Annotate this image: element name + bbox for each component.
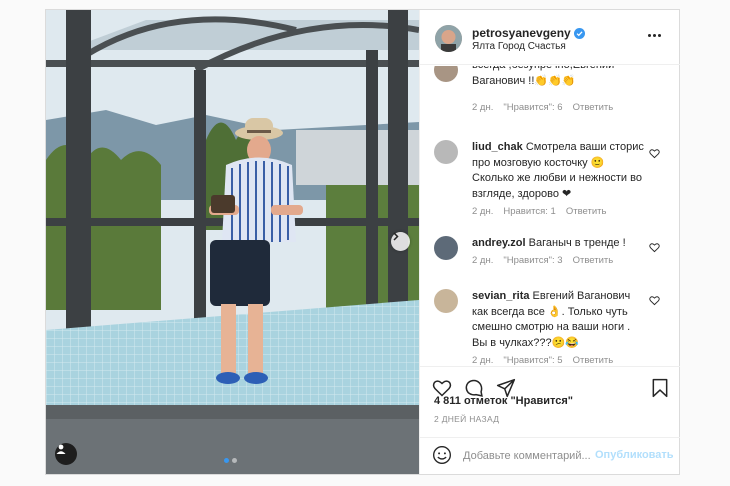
comment-meta: 2 дн. "Нравится": 5 Ответить [472, 355, 613, 366]
comment-likes[interactable]: "Нравится": 6 [503, 102, 562, 113]
reply-button[interactable]: Ответить [573, 102, 614, 113]
likes-count[interactable]: 4 811 отметок "Нравится" [434, 395, 573, 407]
comment-composer: Опубликовать [420, 437, 680, 474]
post-date[interactable]: 2 ДНЕЙ НАЗАД [434, 414, 499, 424]
comment-likes[interactable]: "Нравится": 3 [503, 255, 562, 266]
comment-input[interactable] [463, 447, 591, 465]
post-header: petrosyanevgeny Ялта Город Счастья [420, 10, 680, 65]
commenter-avatar[interactable] [434, 140, 458, 164]
comment-text: liud_chak Смотрела ваши сторис про мозго… [472, 141, 644, 200]
comment-meta: 2 дн. "Нравится": 3 Ответить [472, 255, 613, 266]
post-photo[interactable] [46, 10, 419, 474]
commenter-avatar[interactable] [434, 236, 458, 260]
carousel-dot [232, 458, 237, 463]
author-avatar-image [435, 25, 462, 52]
comment-age: 2 дн. [472, 206, 494, 217]
chevron-right-icon [393, 232, 399, 241]
commenter-avatar[interactable] [434, 289, 458, 313]
post-sidebar: petrosyanevgeny Ялта Город Счастья всег [419, 10, 680, 474]
comment-heart-icon[interactable] [649, 242, 660, 253]
instagram-post: petrosyanevgeny Ялта Город Счастья всег [45, 9, 680, 475]
commenter-username[interactable]: liud_chak [472, 141, 523, 153]
bookmark-icon[interactable] [650, 378, 670, 398]
verified-badge-icon [573, 27, 585, 39]
comment-age: 2 дн. [472, 355, 494, 366]
commenter-username[interactable]: andrey.zol [472, 237, 526, 249]
comment-meta: 2 дн. Нравится: 1 Ответить [472, 206, 606, 217]
carousel-indicator [224, 458, 237, 463]
user-tag-icon[interactable] [55, 443, 77, 465]
comment-likes[interactable]: "Нравится": 5 [503, 355, 562, 366]
comment-text: sevian_rita Евгений Ваганович как всегда… [472, 290, 631, 349]
author-username-text[interactable]: petrosyanevgeny [472, 26, 571, 40]
next-arrow-icon[interactable] [391, 232, 410, 251]
more-options-icon[interactable] [648, 32, 664, 38]
photo-illustration [46, 10, 419, 474]
page-background: petrosyanevgeny Ялта Город Счастья всег [0, 0, 730, 486]
comment-meta: 2 дн. "Нравится": 6 Ответить [472, 102, 613, 113]
commenter-username[interactable]: sevian_rita [472, 290, 529, 302]
comment-heart-icon[interactable] [649, 148, 660, 159]
comment-likes[interactable]: Нравится: 1 [503, 206, 555, 217]
comment-heart-icon[interactable] [649, 295, 660, 306]
author-avatar[interactable] [435, 25, 462, 52]
comment-text: andrey.zol Ваганыч в тренде ! [472, 237, 626, 249]
comment-age: 2 дн. [472, 102, 494, 113]
person-icon [56, 444, 66, 454]
comments-list: всегда ,безупречно,Евгений Ваганович !!👏… [420, 66, 680, 366]
publish-button[interactable]: Опубликовать [595, 449, 674, 461]
author-username[interactable]: petrosyanevgeny [472, 26, 585, 40]
emoji-icon[interactable] [432, 445, 452, 465]
post-location[interactable]: Ялта Город Счастья [472, 41, 566, 52]
reply-button[interactable]: Ответить [573, 255, 614, 266]
comment-text: всегда ,безупречно,Евгений Ваганович !!👏… [472, 66, 614, 87]
carousel-dot-active [224, 458, 229, 463]
reply-button[interactable]: Ответить [573, 355, 614, 366]
reply-button[interactable]: Ответить [566, 206, 607, 217]
comment-age: 2 дн. [472, 255, 494, 266]
commenter-avatar[interactable] [434, 66, 458, 82]
